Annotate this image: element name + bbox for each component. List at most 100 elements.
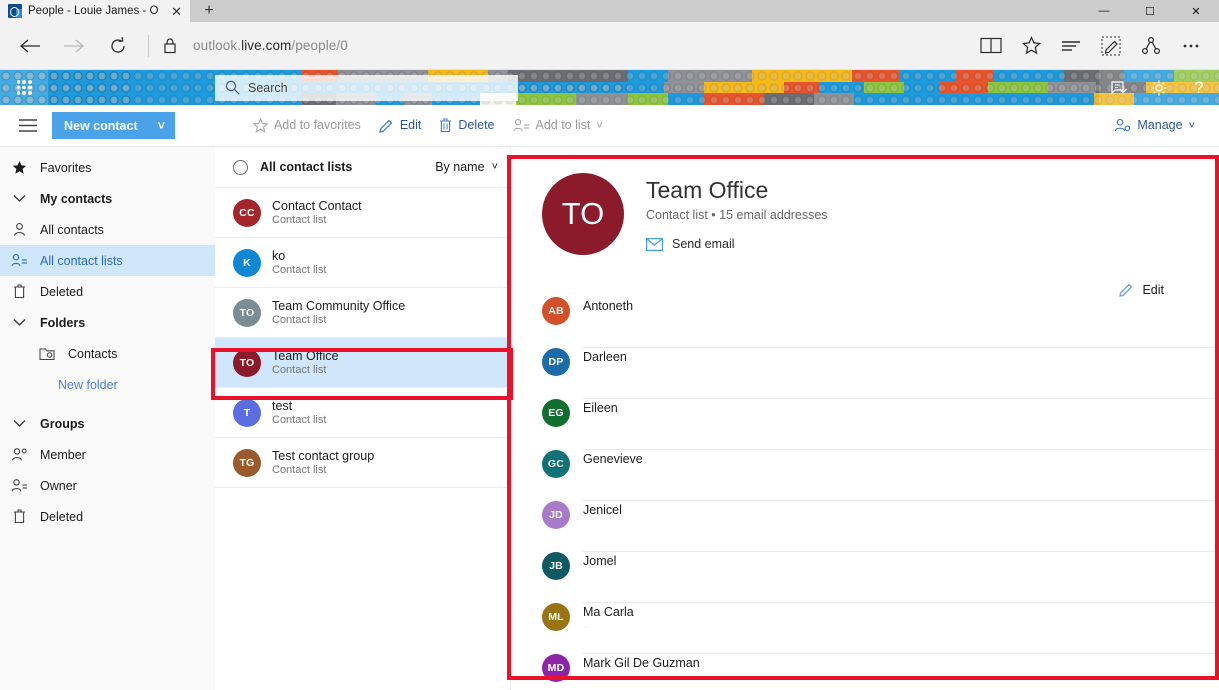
list-item-name: Team Office bbox=[272, 348, 339, 363]
divider bbox=[148, 34, 149, 57]
person-list-icon bbox=[512, 119, 529, 132]
page-title: Team Office bbox=[646, 177, 769, 203]
web-note-pencil-icon[interactable] bbox=[1091, 26, 1131, 66]
search-box[interactable] bbox=[215, 74, 518, 101]
chevron-down-icon bbox=[8, 318, 30, 327]
sidebar-group-groups[interactable]: Groups bbox=[0, 408, 215, 439]
search-input[interactable] bbox=[248, 80, 508, 95]
member-list-item[interactable]: GC Genevieve bbox=[542, 450, 1219, 501]
member-text: Genevieve bbox=[583, 450, 1219, 501]
sidebar-item-groups-deleted[interactable]: Deleted bbox=[0, 501, 215, 532]
sort-dropdown[interactable]: By name ˅ bbox=[435, 160, 498, 174]
close-icon[interactable]: ✕ bbox=[169, 5, 184, 18]
sidebar-item-member[interactable]: Member bbox=[0, 439, 215, 470]
list-item-text: Contact Contact Contact list bbox=[272, 199, 362, 227]
sidebar-item-owner[interactable]: Owner bbox=[0, 470, 215, 501]
edit-list-button[interactable]: Edit bbox=[1119, 282, 1164, 297]
reading-view-icon[interactable] bbox=[971, 26, 1011, 66]
list-item[interactable]: TO Team Office Contact list bbox=[215, 338, 510, 388]
new-tab-button[interactable]: + bbox=[190, 0, 228, 22]
select-all-circle-icon[interactable] bbox=[233, 159, 248, 175]
edit-button[interactable]: Edit bbox=[371, 112, 430, 139]
list-item-subtitle: Contact list bbox=[272, 213, 327, 226]
more-ellipsis-icon[interactable] bbox=[1171, 26, 1211, 66]
url-path: /people/0 bbox=[291, 38, 348, 53]
sidebar-item-label: Member bbox=[40, 447, 86, 462]
help-icon[interactable]: ? bbox=[1179, 70, 1219, 105]
trash-icon bbox=[8, 284, 30, 299]
suite-bar-actions: ? bbox=[1099, 70, 1219, 105]
owner-icon bbox=[8, 478, 30, 493]
member-text: Eileen bbox=[583, 399, 1219, 450]
address-bar[interactable]: outlook.live.com/people/0 bbox=[187, 38, 348, 53]
close-icon[interactable]: ✕ bbox=[1173, 5, 1219, 18]
list-item[interactable]: Kko Contact list bbox=[215, 238, 510, 288]
sidebar-item-all-contacts[interactable]: All contacts bbox=[0, 214, 215, 245]
send-email-button[interactable]: Send email bbox=[646, 237, 828, 251]
gear-icon[interactable] bbox=[1139, 70, 1179, 105]
star-icon[interactable] bbox=[1011, 26, 1051, 66]
sidebar-group-folders[interactable]: Folders bbox=[0, 307, 215, 338]
add-to-list-button[interactable]: Add to list ˅ bbox=[505, 112, 611, 139]
sidebar-new-folder-link[interactable]: New folder bbox=[0, 369, 215, 400]
member-list-item[interactable]: ML Ma Carla – bbox=[542, 603, 1219, 654]
contact-list-rows: CC Contact Contact Contact list Kko Contact … bbox=[215, 188, 510, 488]
browser-tab[interactable]: People - Louie James - O ✕ bbox=[0, 0, 190, 22]
sort-label: By name bbox=[435, 160, 485, 174]
hamburger-icon[interactable] bbox=[8, 119, 48, 132]
list-item-subtitle: Contact list bbox=[272, 413, 327, 426]
list-item[interactable]: TO Team Community Office Contact list bbox=[215, 288, 510, 338]
member-text: Jenicel bbox=[583, 501, 1219, 552]
sidebar-group-my-contacts[interactable]: My contacts bbox=[0, 183, 215, 214]
member-list-item[interactable]: AB Antoneth bbox=[542, 297, 1219, 348]
trash-icon bbox=[8, 509, 30, 524]
search-icon bbox=[225, 80, 240, 95]
member-name: Genevieve bbox=[583, 452, 643, 466]
command-bar-actions: Add to favorites Edit Delete Add to list… bbox=[245, 112, 611, 139]
sidebar-item-label: Deleted bbox=[40, 284, 84, 299]
list-item[interactable]: TG Test contact group Contact list bbox=[215, 438, 510, 488]
app-launcher-waffle[interactable] bbox=[0, 70, 48, 105]
forward-arrow-icon[interactable] bbox=[52, 26, 96, 66]
tab-title: People - Louie James - O bbox=[28, 5, 159, 17]
refresh-icon[interactable] bbox=[96, 26, 140, 66]
lego-studs-overlay bbox=[0, 70, 1219, 105]
avatar: ML bbox=[542, 603, 570, 631]
share-icon[interactable] bbox=[1131, 26, 1171, 66]
avatar: TO bbox=[542, 173, 624, 255]
list-item-subtitle: Contact list bbox=[272, 263, 327, 276]
list-item[interactable]: Ttest Contact list bbox=[215, 388, 510, 438]
add-to-list-label: Add to list bbox=[535, 118, 591, 133]
hub-lines-icon[interactable] bbox=[1051, 26, 1091, 66]
sidebar-item-favorites[interactable]: Favorites bbox=[0, 152, 215, 183]
trash-icon bbox=[440, 118, 452, 133]
sidebar-item-deleted[interactable]: Deleted bbox=[0, 276, 215, 307]
list-item[interactable]: CC Contact Contact Contact list bbox=[215, 188, 510, 238]
member-list-item[interactable]: DP Darleen bbox=[542, 348, 1219, 399]
chevron-down-icon: ˅ bbox=[491, 161, 498, 173]
minimize-icon[interactable]: — bbox=[1081, 5, 1127, 17]
add-to-favorites-button[interactable]: Add to favorites bbox=[245, 112, 369, 139]
avatar: GC bbox=[542, 450, 570, 478]
member-list-item[interactable]: EG Eileen bbox=[542, 399, 1219, 450]
sidebar-item-all-contact-lists[interactable]: All contact lists bbox=[0, 245, 215, 276]
task-note-icon[interactable] bbox=[1099, 70, 1139, 105]
maximize-icon[interactable]: ☐ bbox=[1127, 5, 1173, 18]
member-list-item[interactable]: JD Jenicel bbox=[542, 501, 1219, 552]
chevron-down-icon bbox=[8, 194, 30, 203]
sidebar-item-contacts-folder[interactable]: Contacts bbox=[0, 338, 215, 369]
back-arrow-icon[interactable] bbox=[8, 26, 52, 66]
member-list-item[interactable]: JB Jomel · bbox=[542, 552, 1219, 603]
avatar: TO bbox=[233, 298, 261, 327]
list-item-text: Team Community Office Contact list bbox=[272, 299, 405, 327]
command-bar: New contact ˅ Add to favorites Edit Dele… bbox=[0, 105, 1219, 147]
list-item-subtitle: Contact list bbox=[272, 363, 327, 376]
member-list-item[interactable]: MD Mark Gil De Guzman bbox=[542, 654, 1219, 690]
delete-button[interactable]: Delete bbox=[431, 112, 502, 139]
sidebar-group-label: My contacts bbox=[40, 191, 113, 206]
list-item-subtitle: Contact list bbox=[272, 463, 327, 476]
manage-button[interactable]: Manage ˅ bbox=[1106, 112, 1203, 139]
delete-label: Delete bbox=[458, 118, 495, 133]
sidebar-item-label: Favorites bbox=[40, 160, 92, 175]
new-contact-button[interactable]: New contact ˅ bbox=[52, 112, 175, 139]
